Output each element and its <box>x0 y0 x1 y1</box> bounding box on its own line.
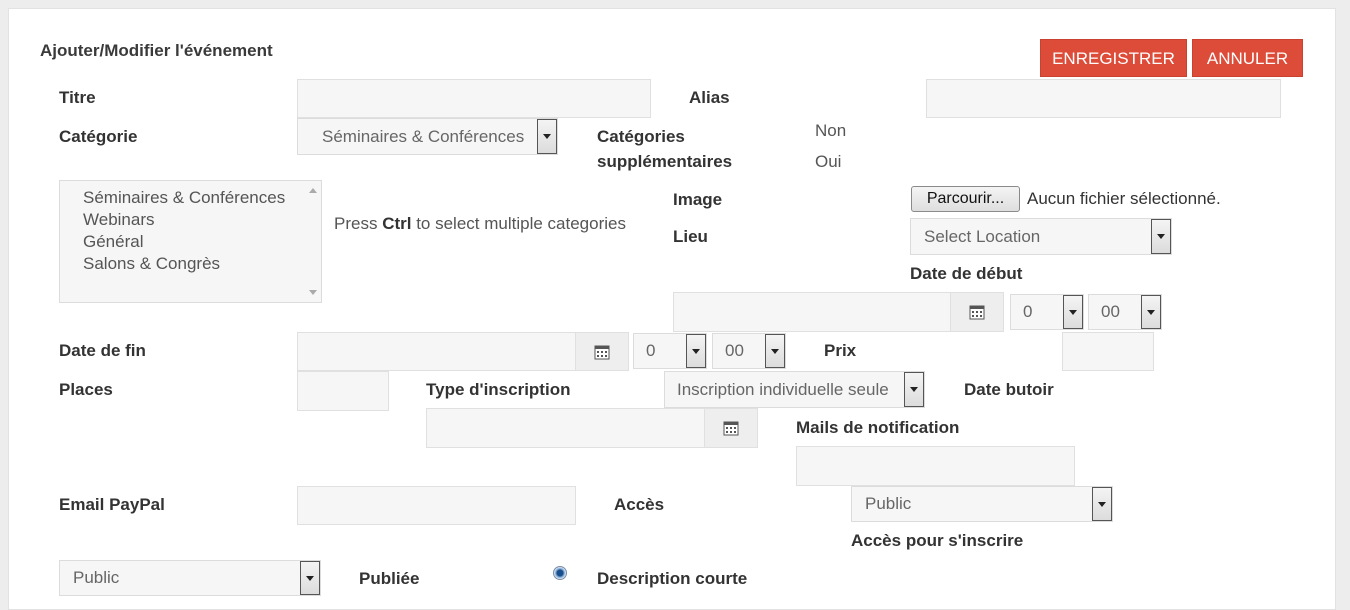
seats-input[interactable] <box>297 371 389 411</box>
start-hour-value: 0 <box>1023 302 1033 321</box>
access-label: Accès <box>614 495 665 514</box>
notification-emails-input[interactable] <box>796 446 1075 486</box>
registration-access-value: Public <box>73 568 120 587</box>
notification-emails-label: Mails de notification <box>796 418 960 437</box>
alias-label: Alias <box>689 88 730 107</box>
chevron-down-icon <box>765 334 785 368</box>
price-input[interactable] <box>1062 332 1154 371</box>
access-select-value: Public <box>865 494 912 513</box>
start-date-label: Date de début <box>910 264 1023 283</box>
end-hour-select[interactable]: 0 <box>633 333 707 369</box>
published-label: Publiée <box>359 569 420 588</box>
paypal-email-label: Email PayPal <box>59 495 165 514</box>
chevron-down-icon <box>904 372 924 407</box>
calendar-icon <box>594 345 610 359</box>
category-select-value: Séminaires & Conférences <box>322 126 525 146</box>
calendar-icon <box>723 421 739 436</box>
start-minute-value: 00 <box>1101 302 1120 321</box>
end-hour-value: 0 <box>646 341 656 360</box>
chevron-down-icon <box>1151 219 1171 254</box>
registration-access-select[interactable]: Public <box>59 560 321 596</box>
listbox-scrollbar[interactable] <box>305 181 321 302</box>
scroll-down-icon[interactable] <box>309 290 317 295</box>
chevron-down-icon <box>1092 487 1112 521</box>
extra-categories-option-yes[interactable]: Oui <box>815 152 841 172</box>
chevron-down-icon <box>1063 295 1083 329</box>
list-item[interactable]: Webinars <box>83 210 155 230</box>
chevron-down-icon <box>537 119 557 154</box>
extra-categories-option-no[interactable]: Non <box>815 121 846 141</box>
hint-suffix: to select multiple categories <box>411 214 626 233</box>
hint-prefix: Press <box>334 214 383 233</box>
list-item[interactable]: Général <box>83 232 143 252</box>
radio-selected-icon[interactable] <box>553 566 567 580</box>
list-item[interactable]: Salons & Congrès <box>83 254 220 274</box>
image-label: Image <box>673 190 723 209</box>
chevron-down-icon <box>1141 295 1161 329</box>
location-select[interactable]: Select Location <box>910 218 1172 255</box>
alias-input[interactable] <box>926 79 1281 118</box>
paypal-email-input[interactable] <box>297 486 576 525</box>
chevron-down-icon <box>300 561 320 595</box>
location-label: Lieu <box>673 227 708 246</box>
end-minute-value: 00 <box>725 341 744 360</box>
extra-categories-label-line1: Catégories <box>597 127 685 146</box>
deadline-input[interactable] <box>426 408 705 448</box>
deadline-label: Date butoir <box>964 380 1054 399</box>
cancel-button[interactable]: ANNULER <box>1192 39 1303 77</box>
file-status: Aucun fichier sélectionné. <box>1027 189 1221 208</box>
end-minute-select[interactable]: 00 <box>712 333 786 369</box>
seats-label: Places <box>59 380 113 399</box>
extra-categories-label-line2: supplémentaires <box>597 152 733 171</box>
start-hour-select[interactable]: 0 <box>1010 294 1084 330</box>
browse-button[interactable]: Parcourir... <box>911 186 1020 212</box>
title-input[interactable] <box>297 79 651 118</box>
scroll-up-icon[interactable] <box>309 188 317 193</box>
registration-type-value: Inscription individuelle seule <box>677 379 889 399</box>
start-date-calendar-button[interactable] <box>950 292 1004 332</box>
category-listbox[interactable]: Séminaires & Conférences Webinars Généra… <box>59 180 322 303</box>
end-date-label: Date de fin <box>59 341 146 360</box>
short-description-label: Description courte <box>597 569 748 588</box>
chevron-down-icon <box>686 334 706 368</box>
registration-type-select[interactable]: Inscription individuelle seule <box>664 371 925 408</box>
list-item[interactable]: Séminaires & Conférences <box>83 188 285 208</box>
category-select[interactable]: Séminaires & Conférences <box>297 118 558 155</box>
start-date-input[interactable] <box>673 292 951 332</box>
location-select-value: Select Location <box>924 226 1041 246</box>
deadline-calendar-button[interactable] <box>704 408 758 448</box>
start-minute-select[interactable]: 00 <box>1088 294 1162 330</box>
hint-key: Ctrl <box>382 214 412 233</box>
multi-select-hint: Press Ctrl to select multiple categories <box>334 214 626 234</box>
access-select[interactable]: Public <box>851 486 1113 522</box>
price-label: Prix <box>824 341 857 360</box>
title-label: Titre <box>59 88 96 107</box>
registration-type-label: Type d'inscription <box>426 380 571 399</box>
end-date-input[interactable] <box>297 332 576 371</box>
registration-access-label: Accès pour s'inscrire <box>851 531 1024 550</box>
category-label: Catégorie <box>59 127 138 146</box>
save-button[interactable]: ENREGISTRER <box>1040 39 1187 77</box>
calendar-icon <box>969 305 985 320</box>
end-date-calendar-button[interactable] <box>575 332 629 371</box>
page-title: Ajouter/Modifier l'événement <box>40 41 273 60</box>
